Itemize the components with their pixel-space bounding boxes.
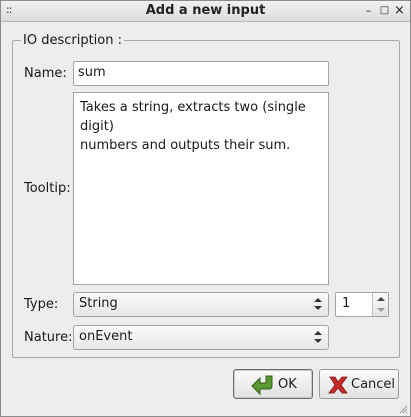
ok-button-label: OK [278,377,297,392]
group-legend: IO description : [21,33,124,48]
count-spinbox[interactable]: 1 [335,292,389,317]
nature-label: Nature: [24,330,73,345]
dialog-window: :: Add a new input – □ × IO description … [0,0,411,417]
type-select-value: String [79,296,118,311]
tooltip-label: Tooltip: [24,181,71,196]
type-select[interactable]: String [73,292,329,317]
close-icon[interactable]: × [393,4,406,18]
maximize-icon[interactable]: □ [378,4,391,18]
updown-arrows-icon [314,298,322,310]
tooltip-textarea[interactable]: Takes a string, extracts two (single dig… [73,92,329,285]
green-arrow-icon [251,375,273,396]
name-label: Name: [24,66,67,81]
spin-up-icon[interactable] [376,295,386,303]
cancel-button[interactable]: Cancel [319,369,399,399]
name-input[interactable]: sum [73,61,329,86]
red-x-icon [328,376,348,394]
resize-grip-icon[interactable] [398,404,408,414]
type-label: Type: [24,297,59,312]
cancel-button-label: Cancel [351,377,396,392]
ok-button[interactable]: OK [233,369,313,399]
nature-select[interactable]: onEvent [73,325,329,350]
minimize-icon[interactable]: – [362,4,375,18]
spin-down-icon[interactable] [376,306,386,314]
nature-select-value: onEvent [79,329,133,344]
title-bar[interactable]: :: Add a new input – □ × [1,1,410,22]
window-title: Add a new input [145,3,266,18]
name-input-value: sum [78,65,106,80]
count-value: 1 [342,296,351,311]
spin-buttons[interactable] [372,293,388,316]
updown-arrows-icon [314,331,322,343]
